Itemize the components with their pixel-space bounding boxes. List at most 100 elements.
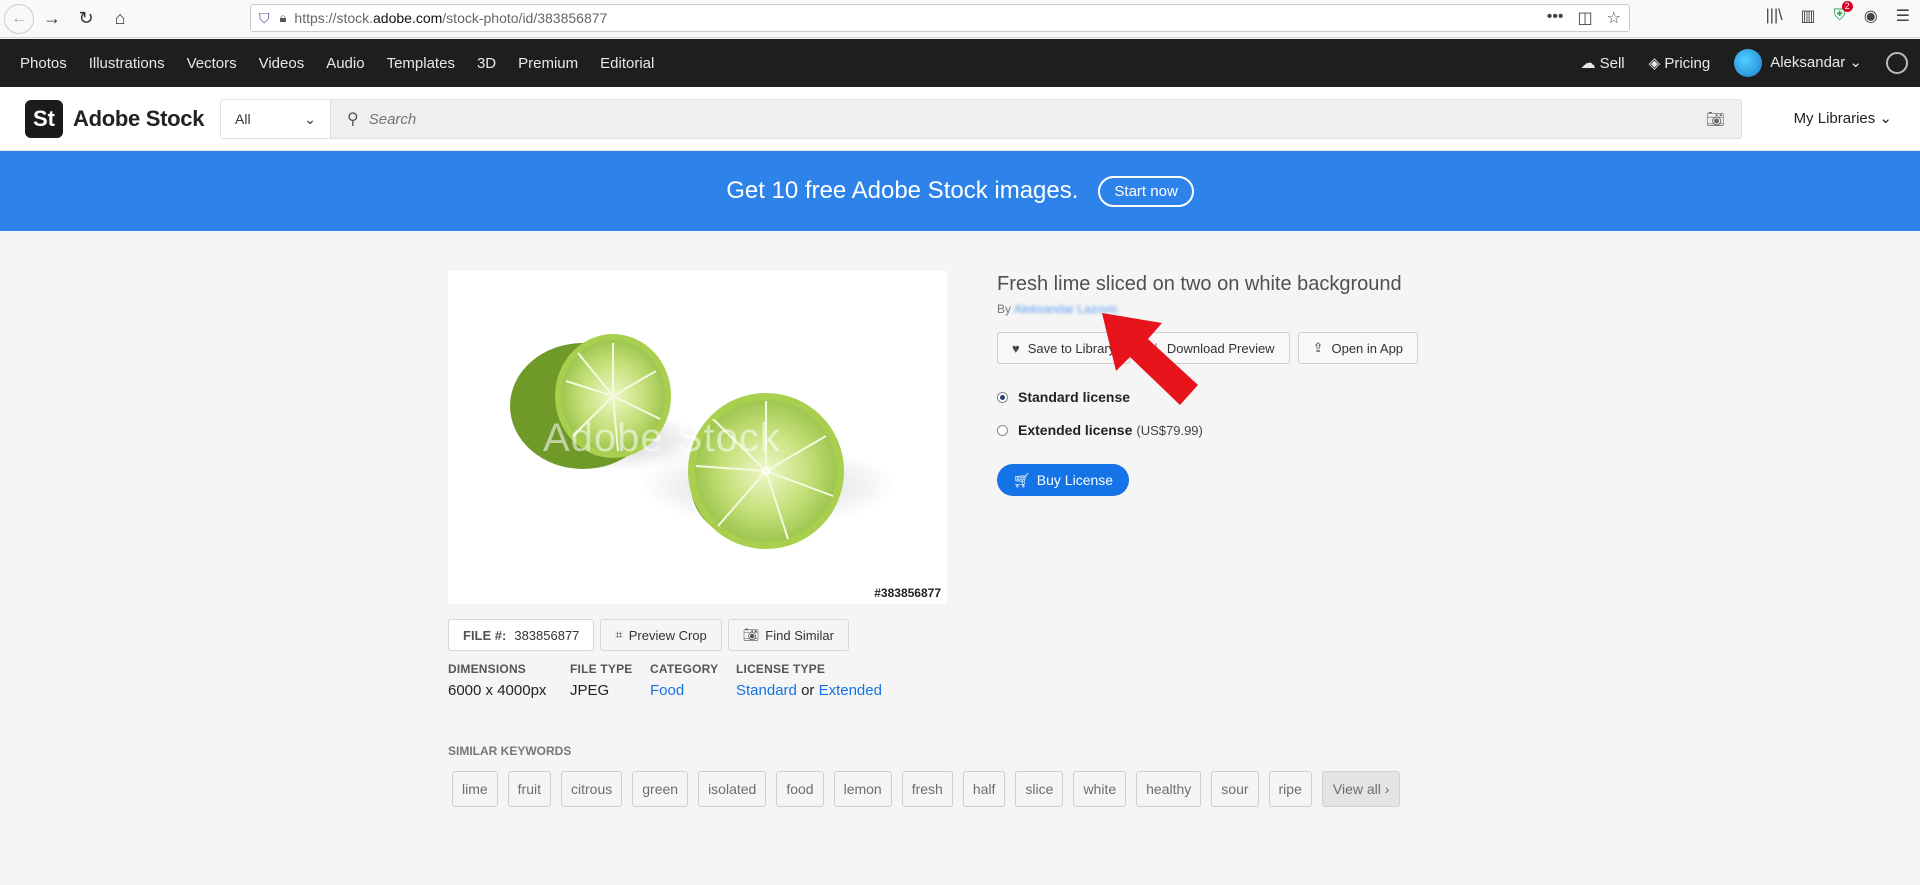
start-now-button[interactable]: Start now xyxy=(1098,175,1194,207)
category-label: CATEGORY xyxy=(650,662,719,676)
user-menu[interactable]: Aleksandar ⌄ xyxy=(1734,49,1862,77)
account-icon[interactable]: ◉ xyxy=(1864,6,1878,26)
menu-icon[interactable]: ☰ xyxy=(1896,6,1910,26)
view-all-keywords-button[interactable]: View all › xyxy=(1321,771,1401,807)
visual-search-camera-icon[interactable]: 📷︎ xyxy=(1706,110,1725,128)
nav-item-audio[interactable]: Audio xyxy=(326,55,364,72)
buy-license-button[interactable]: 🛒︎ Buy License xyxy=(997,464,1130,496)
library-icon[interactable]: |||\ xyxy=(1766,7,1783,25)
camera-icon: 📷︎ xyxy=(742,627,760,642)
similar-keywords-label: SIMILAR KEYWORDS xyxy=(448,744,572,758)
nav-item-illustrations[interactable]: Illustrations xyxy=(89,55,165,72)
tracking-shield-icon[interactable]: ⛉ xyxy=(259,10,270,27)
nav-item-vectors[interactable]: Vectors xyxy=(187,55,237,72)
keyword-isolated[interactable]: isolated xyxy=(698,771,767,807)
adobe-stock-logo-icon[interactable]: St xyxy=(25,99,63,138)
keyword-slice[interactable]: slice xyxy=(1015,771,1064,807)
asset-preview-image[interactable]: Adobe Stock #383856877 xyxy=(448,271,947,604)
file-number-value: 383856877 xyxy=(514,627,580,643)
license-or: or xyxy=(801,682,815,699)
address-bar[interactable]: ⛉ 🔒︎ https://stock.adobe.com/stock-photo… xyxy=(250,4,1630,32)
keyword-citrous[interactable]: citrous xyxy=(561,771,623,807)
heart-icon: ♥ xyxy=(1012,340,1020,356)
preview-crop-button[interactable]: ⌗ Preview Crop xyxy=(600,619,722,651)
nav-item-photos[interactable]: Photos xyxy=(20,55,67,72)
find-similar-button[interactable]: 📷︎ Find Similar xyxy=(727,619,849,651)
nav-item-3d[interactable]: 3D xyxy=(477,55,496,72)
bookmark-star-icon[interactable]: ☆ xyxy=(1607,8,1621,28)
user-name: Aleksandar xyxy=(1770,53,1846,71)
keyword-lime[interactable]: lime xyxy=(452,771,498,807)
nav-item-videos[interactable]: Videos xyxy=(259,55,305,72)
site-header: St Adobe Stock All ⌄ ⚲ 📷︎ My Libraries ⌄ xyxy=(0,87,1920,151)
watermark: Adobe Stock xyxy=(543,416,781,460)
search-filter-value: All xyxy=(235,111,251,127)
chevron-down-icon: ⌄ xyxy=(304,110,316,127)
nav-item-editorial[interactable]: Editorial xyxy=(600,55,654,72)
sell-link[interactable]: ☁ Sell xyxy=(1580,54,1624,72)
home-icon[interactable]: ⌂ xyxy=(104,4,136,34)
keyword-green[interactable]: green xyxy=(632,771,689,807)
pricing-link[interactable]: ◈ Pricing xyxy=(1649,54,1711,72)
filetype-label: FILE TYPE xyxy=(570,662,633,676)
forward-icon[interactable]: → xyxy=(36,4,68,34)
extended-license-price: (US$79.99) xyxy=(1136,422,1203,438)
keyword-food[interactable]: food xyxy=(776,771,824,807)
license-standard-link[interactable]: Standard xyxy=(736,682,797,699)
image-id-label: #383856877 xyxy=(874,586,941,600)
nav-item-premium[interactable]: Premium xyxy=(518,55,578,72)
pricing-label: Pricing xyxy=(1664,55,1711,72)
open-in-app-label: Open in App xyxy=(1331,340,1404,356)
pocket-icon[interactable]: ◫ xyxy=(1578,8,1593,28)
open-in-app-button[interactable]: ⇪ Open in App xyxy=(1297,332,1419,364)
page-actions-icon[interactable]: ••• xyxy=(1547,8,1564,28)
keyword-list: lime fruit citrous green isolated food lemon fr… xyxy=(452,771,1401,807)
meta-license: LICENSE TYPE Standard or Extended xyxy=(736,662,882,699)
buy-license-label: Buy License xyxy=(1036,472,1114,488)
extended-license-option[interactable]: Extended license (US$79.99) xyxy=(997,422,1203,438)
license-type-label: LICENSE TYPE xyxy=(736,662,826,676)
keyword-lemon[interactable]: lemon xyxy=(833,771,892,807)
creative-cloud-icon[interactable] xyxy=(1886,52,1908,74)
keyword-ripe[interactable]: ripe xyxy=(1268,771,1312,807)
file-actions: FILE #: 383856877 ⌗ Preview Crop 📷︎ Find Si… xyxy=(448,619,849,651)
sidebar-icon[interactable]: ▥ xyxy=(1801,6,1816,26)
url-text[interactable]: https://stock.adobe.com/stock-photo/id/3… xyxy=(294,10,607,26)
my-libraries-button[interactable]: My Libraries ⌄ xyxy=(1794,109,1892,127)
reload-icon[interactable]: ↻ xyxy=(70,4,102,34)
search-input[interactable] xyxy=(368,110,1669,128)
keyword-healthy[interactable]: healthy xyxy=(1136,771,1202,807)
promo-banner: Get 10 free Adobe Stock images. Start no… xyxy=(0,151,1920,231)
extended-license-radio[interactable] xyxy=(997,424,1008,436)
nav-item-templates[interactable]: Templates xyxy=(387,55,455,72)
search-filter-select[interactable]: All ⌄ xyxy=(221,100,331,138)
extension-badge: 2 xyxy=(1841,1,1853,12)
dimensions-value: 6000 x 4000px xyxy=(448,682,547,699)
asset-title: Fresh lime sliced on two on white backgr… xyxy=(997,273,1402,295)
share-icon: ⇪ xyxy=(1312,340,1324,355)
meta-filetype: FILE TYPE JPEG xyxy=(570,662,632,699)
lock-icon[interactable]: 🔒︎ xyxy=(280,10,287,26)
filetype-value: JPEG xyxy=(570,682,610,699)
file-number: FILE #: 383856877 xyxy=(448,619,595,651)
back-icon[interactable]: ← xyxy=(4,3,34,34)
standard-license-radio[interactable] xyxy=(997,391,1008,403)
extended-license-label: Extended license xyxy=(1018,422,1133,438)
keyword-fresh[interactable]: fresh xyxy=(901,771,953,807)
search-icon: ⚲ xyxy=(347,111,359,128)
file-number-label: FILE #: xyxy=(463,627,507,643)
keyword-fruit[interactable]: fruit xyxy=(507,771,552,807)
logo-text[interactable]: Adobe Stock xyxy=(73,106,204,132)
search-bar: All ⌄ ⚲ 📷︎ xyxy=(220,99,1742,139)
category-link[interactable]: Food xyxy=(650,682,684,699)
license-extended-link[interactable]: Extended xyxy=(819,682,882,699)
by-label: By xyxy=(997,302,1012,316)
promo-text: Get 10 free Adobe Stock images. xyxy=(726,177,1079,204)
keyword-half[interactable]: half xyxy=(962,771,1006,807)
extension-shield-icon[interactable]: ⛨ 2 xyxy=(1834,1,1853,25)
sell-label: Sell xyxy=(1599,55,1625,72)
keyword-sour[interactable]: sour xyxy=(1211,771,1259,807)
keyword-white[interactable]: white xyxy=(1073,771,1127,807)
browser-toolbar: ← → ↻ ⌂ ⛉ 🔒︎ https://stock.adobe.com/sto… xyxy=(0,0,1920,38)
annotation-arrow-icon xyxy=(1102,313,1198,405)
